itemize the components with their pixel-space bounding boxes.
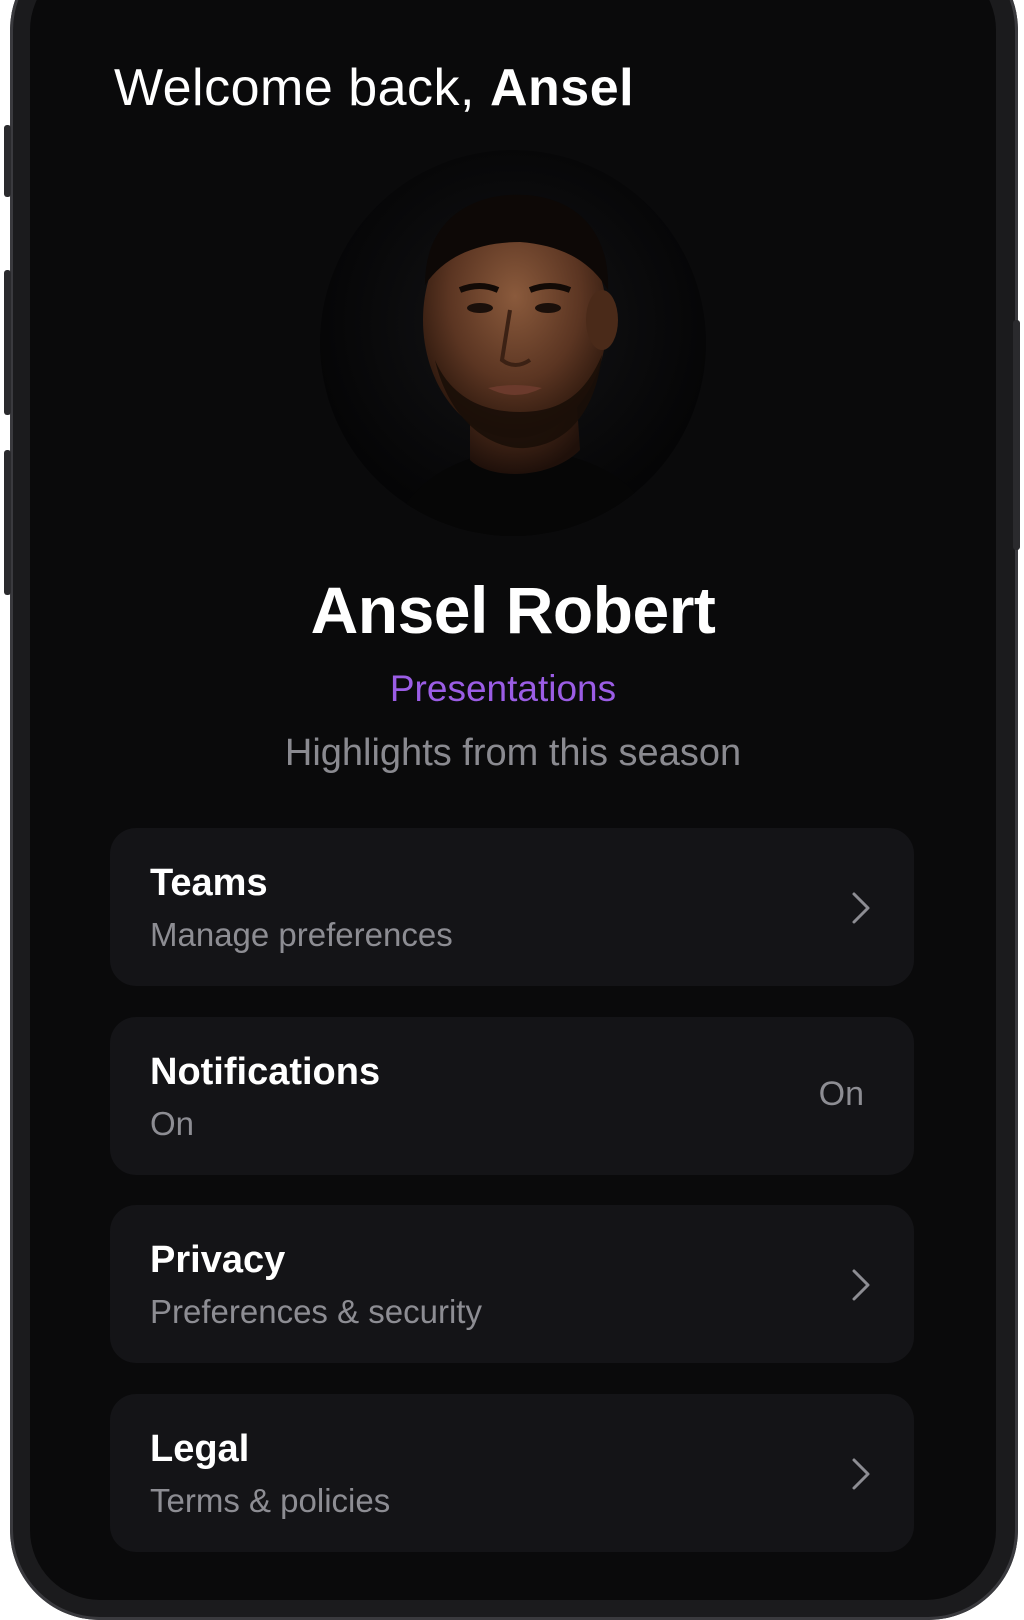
settings-item-title: Teams: [150, 862, 268, 904]
settings-item-subtitle: Terms & policies: [150, 1482, 391, 1519]
app-screen: Welcome back, Ansel Ansel Robert Present…: [30, 0, 996, 1600]
welcome-user-name: Ansel: [489, 59, 635, 117]
settings-item-title: Legal: [150, 1428, 250, 1470]
settings-item-privacy[interactable]: Privacy Preferences & security: [110, 1205, 914, 1363]
avatar[interactable]: [320, 150, 706, 536]
settings-item-title: Notifications: [150, 1051, 381, 1093]
chevron-right-icon: [852, 1269, 870, 1301]
profile-subtitle: Highlights from this season: [284, 732, 742, 774]
chevron-right-icon: [852, 1458, 870, 1490]
phone-volume-down-button: [4, 450, 11, 595]
chevron-right-icon: [852, 892, 870, 924]
phone-action-button: [4, 125, 11, 197]
phone-power-button: [1013, 320, 1020, 550]
profile-role[interactable]: Presentations: [30, 668, 976, 710]
welcome-heading: Welcome back, Ansel: [114, 58, 634, 118]
user-portrait-icon: [390, 194, 660, 536]
settings-item-subtitle: Manage preferences: [150, 916, 453, 953]
settings-item-subtitle: On: [150, 1105, 195, 1142]
settings-item-teams[interactable]: Teams Manage preferences: [110, 828, 914, 986]
settings-item-title: Privacy: [150, 1239, 286, 1281]
settings-item-notifications[interactable]: Notifications On On: [110, 1017, 914, 1175]
profile-name: Ansel Robert: [310, 573, 716, 647]
notifications-status-value[interactable]: On: [819, 1075, 864, 1114]
settings-item-subtitle: Preferences & security: [150, 1293, 482, 1330]
phone-volume-up-button: [4, 270, 11, 415]
settings-item-legal[interactable]: Legal Terms & policies: [110, 1394, 914, 1552]
welcome-prefix: Welcome back,: [114, 59, 476, 117]
